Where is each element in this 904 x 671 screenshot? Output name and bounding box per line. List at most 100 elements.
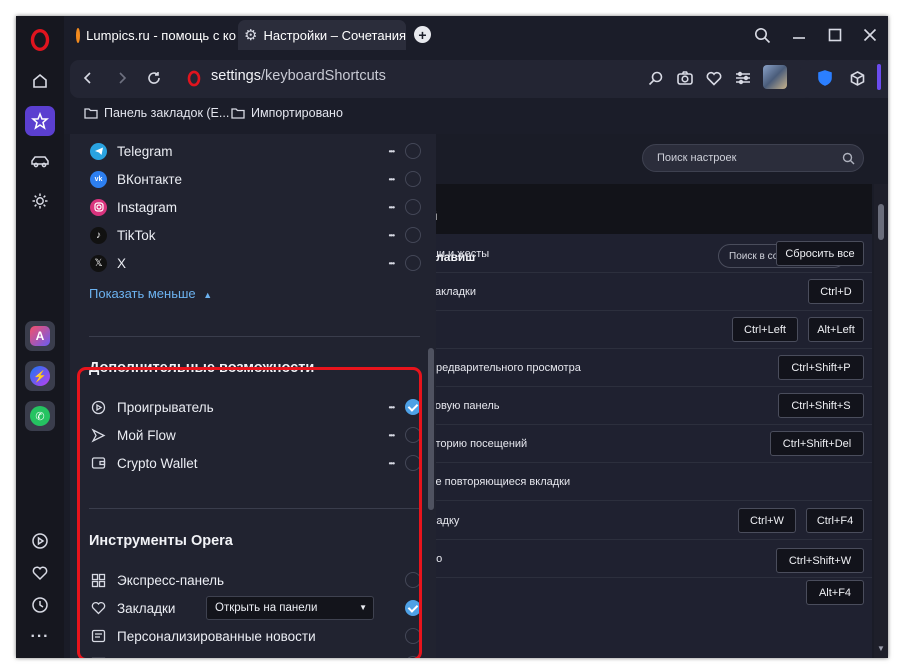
home-icon[interactable] [25,66,55,96]
unchecked-radio[interactable] [405,227,421,243]
reset-all-button[interactable]: Сбросить все [776,241,864,266]
more-options-icon[interactable]: ••• [389,175,395,184]
item-label: X [117,255,127,271]
shortcut-key[interactable]: Ctrl+Shift+P [778,355,864,380]
shortcut-key[interactable]: Ctrl+F4 [806,508,864,533]
social-item[interactable]: 𝕏 X ••• [90,250,424,276]
close-window-button[interactable] [859,25,881,45]
url-text[interactable]: settings/keyboardShortcuts [211,68,386,84]
whatsapp-icon[interactable]: ✆ [25,401,55,431]
vk-icon: vk [90,170,107,188]
easy-setup-icon[interactable] [733,68,753,88]
show-less-link[interactable]: Показать меньше ▲ [89,286,212,301]
highlight-frame [77,367,422,658]
heart-icon[interactable] [704,68,724,88]
car-icon[interactable] [25,146,55,176]
heart-icon[interactable] [25,558,55,588]
url-host: settings [211,68,261,84]
forward-button[interactable] [110,66,134,90]
shortcut-row: предварительного просмотра Ctrl+Shift+P [424,349,872,387]
opera-logo[interactable] [28,28,52,52]
scroll-down-arrow[interactable]: ▼ [877,644,885,653]
aria-icon[interactable]: A [25,321,55,351]
unchecked-radio[interactable] [405,255,421,271]
cube-icon[interactable] [846,67,868,89]
page-scrollbar[interactable]: ▼ [874,184,888,658]
bookmark-folder-imported[interactable]: Импортировано [231,106,343,120]
search-tabs-icon[interactable] [752,25,772,45]
more-options-icon[interactable]: ••• [389,203,395,212]
divider [89,336,420,337]
shortcuts-content: й клавиш Поиск в сочетаниях ... ши и жес… [424,184,872,658]
scrollbar-thumb[interactable] [878,204,884,240]
lumpics-favicon-icon [76,27,81,43]
shortcut-label: се повторяющиеся вкладки [430,476,571,488]
social-item[interactable]: ♪ TikTok ••• [90,222,424,248]
address-bar [70,60,814,98]
minimize-button[interactable] [788,25,810,45]
maximize-button[interactable] [824,25,846,45]
shortcut-label: предварительного просмотра [430,362,581,374]
shortcut-key[interactable]: Ctrl+Shift+Del [770,431,864,456]
history-icon[interactable] [25,590,55,620]
shortcut-key[interactable]: Ctrl+Shift+W [776,548,864,573]
opera-site-icon [184,67,204,89]
shortcut-key[interactable]: Ctrl+D [808,279,864,304]
vpn-shield-icon[interactable] [814,67,836,89]
telegram-icon [90,142,107,160]
social-item[interactable]: Telegram ••• [90,138,424,164]
shortcuts-card: клавиш Поиск в сочетаниях ... ши и жесты… [424,234,872,658]
bookmark-label: Панель закладок (E... [104,106,230,120]
shortcut-row: ладку Ctrl+F4 Ctrl+W [424,502,872,540]
shortcut-label: ши и жесты [430,248,490,260]
shortcut-row: закладки Ctrl+D [424,273,872,311]
gear-icon: ⚙ [244,27,258,44]
shortcut-label: ковую панель [430,400,500,412]
panel-scrollbar-thumb[interactable] [428,348,434,510]
new-tab-button[interactable]: + [414,26,431,43]
url-path: /keyboardShortcuts [260,68,386,84]
camera-icon[interactable] [675,68,695,88]
search-page-icon[interactable] [646,68,666,88]
player-icon[interactable] [25,526,55,556]
speed-dial-icon[interactable] [25,106,55,136]
sun-icon[interactable] [25,186,55,216]
social-item[interactable]: vk ВКонтакте ••• [90,166,424,192]
search-icon [842,152,855,165]
shortcut-label: закладки [430,286,477,298]
tab-settings[interactable]: ⚙ Настройки – Сочетания к [238,20,406,50]
more-icon[interactable]: ··· [25,622,55,652]
social-item[interactable]: Instagram ••• [90,194,424,220]
shortcut-row: се повторяющиеся вкладки [424,463,872,501]
more-options-icon[interactable]: ••• [389,259,395,268]
shortcut-key[interactable]: Ctrl+Left [732,317,798,342]
shortcut-row: сторию посещений Ctrl+Shift+Del [424,425,872,463]
unchecked-radio[interactable] [405,199,421,215]
shortcut-key[interactable]: Alt+Left [808,317,864,342]
item-label: TikTok [117,227,156,243]
messenger-icon[interactable]: ⚡ [25,361,55,391]
unchecked-radio[interactable] [405,143,421,159]
browser-window: A ⚡ ✆ ··· Lumpics.ru - помощь с ко ⚙ Нас… [16,16,888,658]
shortcut-key[interactable]: Ctrl+W [738,508,796,533]
instagram-icon [90,198,107,216]
more-options-icon[interactable]: ••• [389,147,395,156]
tab-label: Настройки – Сочетания к [263,27,406,43]
unchecked-radio[interactable] [405,171,421,187]
sidebar-accent-bar [877,64,881,90]
shortcut-key[interactable]: Ctrl+Shift+S [778,393,864,418]
bookmark-folder-bookmarks-bar[interactable]: Панель закладок (E... [84,106,229,120]
item-label: Instagram [117,199,178,215]
shortcut-key[interactable]: Alt+F4 [806,580,864,605]
back-button[interactable] [76,66,100,90]
x-icon: 𝕏 [90,254,107,272]
tiktok-icon: ♪ [90,226,107,244]
reload-button[interactable] [142,66,166,90]
more-options-icon[interactable]: ••• [389,231,395,240]
tab-lumpics[interactable]: Lumpics.ru - помощь с ко [70,20,236,50]
settings-search[interactable]: Поиск настроек [642,144,864,172]
tab-label: Lumpics.ru - помощь с ко [86,27,236,43]
profile-avatar[interactable] [763,65,787,89]
item-label: ВКонтакте [117,171,182,187]
bookmark-label: Импортировано [251,106,343,120]
